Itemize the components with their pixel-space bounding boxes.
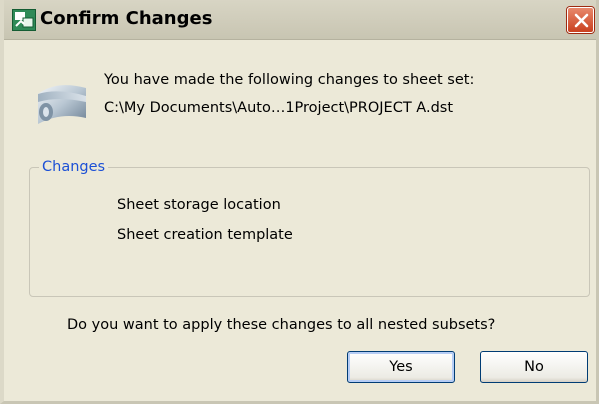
message-line-1: You have made the following changes to s… [104, 72, 475, 88]
changes-legend: Changes [39, 159, 109, 175]
close-button[interactable] [567, 7, 594, 33]
close-icon [574, 13, 589, 28]
yes-button[interactable]: Yes [347, 351, 455, 383]
confirm-changes-dialog: Confirm Changes You have made the follow… [0, 0, 599, 404]
changes-groupbox [29, 167, 590, 297]
change-item: Sheet storage location [117, 197, 281, 213]
no-button[interactable]: No [480, 351, 588, 383]
sheet-set-app-icon [12, 9, 36, 31]
confirmation-question: Do you want to apply these changes to al… [67, 317, 496, 333]
sheet-set-icon [36, 70, 88, 126]
sheet-set-path: C:\My Documents\Auto…1Project\PROJECT A.… [104, 100, 454, 116]
dialog-title: Confirm Changes [40, 8, 213, 29]
title-bar[interactable]: Confirm Changes [4, 0, 596, 40]
change-item: Sheet creation template [117, 227, 293, 243]
